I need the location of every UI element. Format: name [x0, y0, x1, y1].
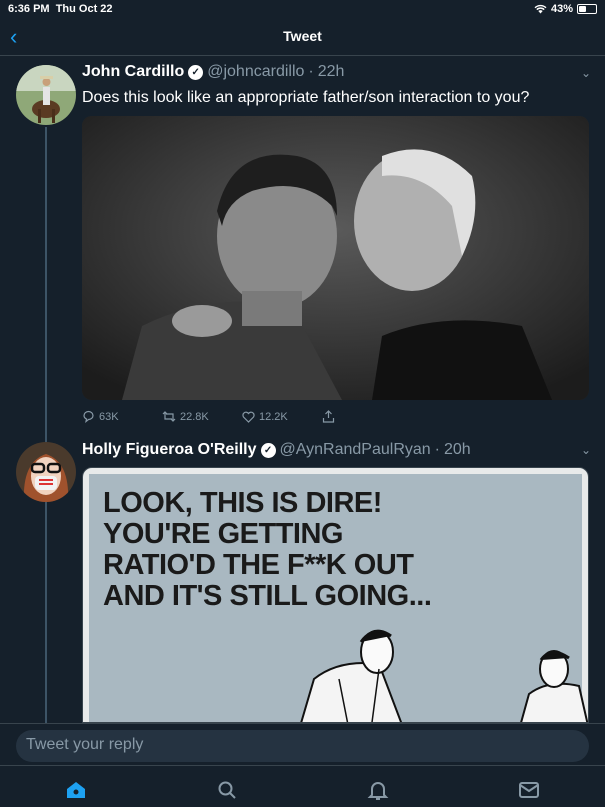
author-name[interactable]: John Cardillo — [82, 63, 184, 81]
avatar-holly-oreilly[interactable] — [16, 442, 76, 502]
reply-icon — [83, 410, 94, 423]
author-handle[interactable]: @johncardillo — [207, 63, 304, 81]
notifications-icon[interactable] — [366, 778, 390, 802]
retweet-count: 22.8K — [180, 410, 209, 423]
reply-author-handle[interactable]: @AynRandPaulRyan — [280, 441, 431, 459]
page-title: Tweet — [283, 28, 322, 44]
share-action[interactable] — [322, 410, 402, 423]
meme-line: YOU'RE GETTING — [103, 518, 343, 550]
separator-dot: · — [308, 63, 314, 80]
reply-bar: Tweet your reply — [0, 723, 605, 765]
tab-bar — [0, 765, 605, 807]
like-action[interactable]: 12.2K — [242, 410, 322, 423]
reply-count: 63K — [99, 410, 119, 423]
tweet-text: Does this look like an appropriate fathe… — [82, 89, 530, 106]
reply-tweet-header: Holly Figueroa O'Reilly ✓ @AynRandPaulRy… — [82, 441, 471, 459]
meme-line: LOOK, THIS IS DIRE! — [103, 487, 382, 519]
battery-percent: 43% — [550, 3, 573, 15]
status-right: 43% — [534, 3, 597, 15]
battery-icon — [577, 4, 597, 14]
share-icon — [322, 410, 335, 423]
avatar-john-cardillo[interactable] — [16, 65, 76, 125]
retweet-action[interactable]: 22.8K — [162, 410, 242, 423]
meme-panel: LOOK, THIS IS DIRE! YOU'RE GETTING RATIO… — [89, 474, 588, 722]
meme-caption: LOOK, THIS IS DIRE! YOU'RE GETTING RATIO… — [103, 487, 432, 612]
heart-icon — [242, 411, 255, 423]
reply-meme-image[interactable]: LOOK, THIS IS DIRE! YOU'RE GETTING RATIO… — [82, 467, 589, 723]
tweet-actions: 63K 22.8K 12.2K — [82, 410, 402, 423]
meme-line: AND IT'S STILL GOING... — [103, 580, 432, 612]
search-icon[interactable] — [215, 778, 239, 802]
reply-action[interactable]: 63K — [82, 410, 162, 423]
status-time-date: 6:36 PM Thu Oct 22 — [8, 3, 113, 15]
reply-author-name[interactable]: Holly Figueroa O'Reilly — [82, 441, 257, 459]
retweet-icon — [162, 411, 176, 422]
separator-dot: · — [434, 441, 440, 458]
tweet-time: 22h — [317, 63, 345, 80]
tweet-photo[interactable] — [82, 116, 589, 400]
reply-input[interactable]: Tweet your reply — [16, 730, 589, 762]
wifi-icon — [534, 4, 547, 14]
like-count: 12.2K — [259, 410, 288, 423]
status-bar: 6:36 PM Thu Oct 22 43% — [0, 0, 605, 20]
tweet-options-chevron-icon[interactable]: ⌄ — [581, 66, 591, 80]
tweet-header: John Cardillo ✓ @johncardillo · 22h — [82, 63, 344, 81]
nav-bar: ‹ Tweet — [0, 20, 605, 56]
reply-tweet-options-chevron-icon[interactable]: ⌄ — [581, 443, 591, 457]
verified-badge-icon: ✓ — [188, 64, 204, 80]
messages-icon[interactable] — [517, 778, 541, 802]
verified-badge-icon: ✓ — [260, 442, 276, 458]
thread-connector-line — [45, 127, 47, 723]
reply-tweet-time: 20h — [444, 441, 471, 458]
meme-illustration — [300, 629, 588, 722]
home-icon[interactable] — [64, 778, 88, 802]
meme-line: RATIO'D THE F**K OUT — [103, 549, 414, 581]
